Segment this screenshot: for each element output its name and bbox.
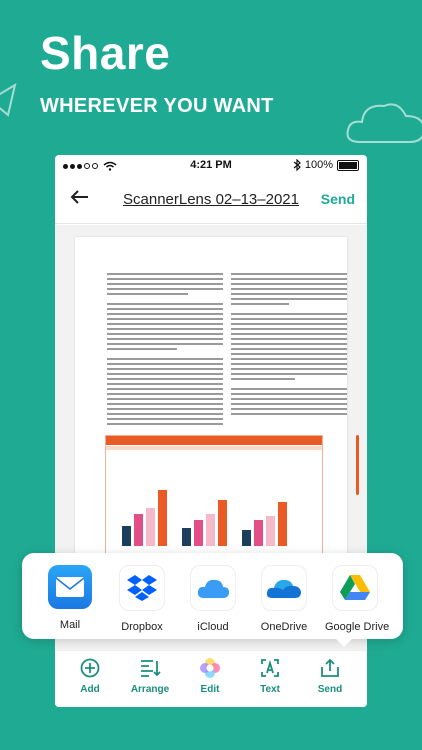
dropbox-icon — [119, 565, 165, 611]
share-sheet-pointer — [336, 639, 352, 647]
bluetooth-icon — [293, 159, 301, 171]
battery-percent: 100% — [304, 159, 333, 171]
onedrive-icon — [261, 565, 307, 611]
toolbar-send[interactable]: Send — [305, 657, 355, 695]
send-button[interactable]: Send — [321, 191, 355, 207]
subheadline: WHEREVER YOU WANT — [40, 95, 274, 117]
status-bar: 4:21 PM 100% — [55, 155, 367, 177]
toolbar-label: Send — [317, 684, 343, 695]
bottom-toolbar: Add Arrange Edit Text Send — [55, 650, 367, 707]
text-column-right — [231, 273, 347, 418]
add-icon — [80, 658, 100, 678]
share-app-label: OneDrive — [260, 621, 308, 633]
mail-icon — [48, 565, 92, 609]
share-sheet: Mail Dropbox iCloud OneDrive Google Driv… — [22, 553, 403, 647]
text-icon — [261, 659, 279, 677]
share-app-label: Google Drive — [325, 621, 390, 633]
toolbar-text[interactable]: Text — [245, 657, 295, 695]
toolbar-label: Text — [260, 684, 280, 695]
text-column-left — [107, 273, 223, 428]
toolbar-add[interactable]: Add — [65, 657, 115, 695]
share-onedrive[interactable]: OneDrive — [254, 565, 314, 633]
scroll-indicator[interactable] — [356, 435, 359, 495]
share-app-label: iCloud — [197, 621, 229, 633]
paper-plane-icon — [0, 82, 17, 117]
toolbar-edit[interactable]: Edit — [185, 657, 235, 695]
toolbar-label: Add — [80, 684, 100, 695]
icloud-icon — [190, 565, 236, 611]
send-icon — [321, 658, 339, 677]
cloud-icon — [346, 103, 422, 143]
arrange-icon — [141, 660, 161, 677]
google-drive-icon — [332, 565, 378, 611]
share-dropbox[interactable]: Dropbox — [112, 565, 172, 633]
share-mail[interactable]: Mail — [40, 565, 100, 631]
document-figure — [105, 435, 323, 567]
share-google-drive[interactable]: Google Drive — [325, 565, 390, 633]
toolbar-label: Arrange — [130, 684, 170, 695]
toolbar-arrange[interactable]: Arrange — [125, 657, 175, 695]
share-icloud[interactable]: iCloud — [183, 565, 243, 633]
toolbar-label: Edit — [200, 684, 220, 695]
nav-bar: ScannerLens 02–13–2021 Send — [55, 177, 367, 224]
headline: Share — [40, 27, 171, 79]
battery-icon — [337, 159, 359, 171]
share-app-label: Dropbox — [121, 621, 163, 633]
edit-icon — [200, 658, 220, 678]
share-app-label: Mail — [59, 619, 81, 631]
